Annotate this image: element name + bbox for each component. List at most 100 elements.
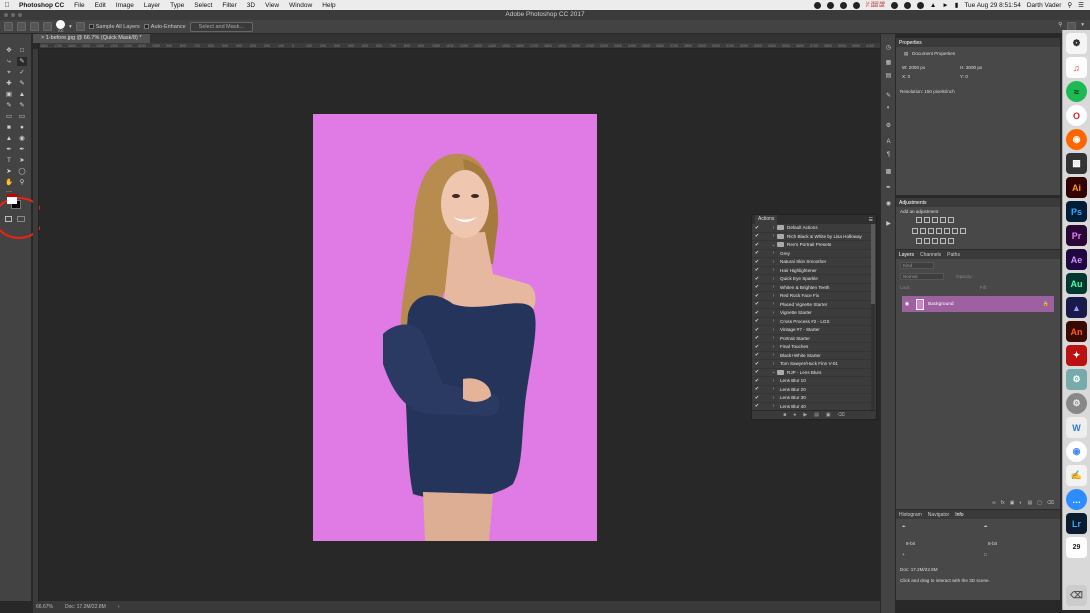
adjustment-layer-icon[interactable]: ◐	[1019, 500, 1022, 506]
selective-color-icon[interactable]	[940, 238, 946, 244]
chevron-right-icon[interactable]: ›	[770, 250, 777, 256]
type-tool-icon[interactable]: T	[4, 156, 14, 165]
action-toggle-checkbox[interactable]: ✔	[752, 344, 762, 350]
menu-select[interactable]: Select	[189, 2, 217, 9]
notification-center-icon[interactable]: ☰	[1078, 1, 1084, 9]
tool-presets-icon[interactable]: ✒	[884, 184, 893, 192]
stop-icon[interactable]: ■	[783, 412, 786, 418]
tab-document[interactable]: × 1-before.jpg @ 66.7% (Quick Mask/8) *	[33, 34, 150, 43]
app-icon[interactable]: ⚙	[1066, 369, 1087, 390]
new-selection-icon[interactable]	[17, 22, 26, 31]
healing-brush-tool-icon[interactable]: ✚	[4, 79, 14, 88]
action-item[interactable]: ✔ › Quick Eye Sparkle	[752, 275, 872, 284]
spotify-app-icon[interactable]: ≈	[1066, 81, 1087, 102]
action-item[interactable]: ✔ › Grey	[752, 250, 872, 258]
chrome-app-icon[interactable]: ◉	[1066, 441, 1087, 462]
action-set[interactable]: ✔ › Default Actions	[752, 224, 872, 233]
action-toggle-checkbox[interactable]: ✔	[752, 361, 762, 367]
photoshop-app-icon[interactable]: Ps	[1066, 201, 1087, 222]
trash-dock-icon[interactable]: ⌫	[1066, 585, 1087, 606]
action-item[interactable]: ✔ › Hair Highlightener	[752, 267, 872, 275]
final-cut-app-icon[interactable]: ▩	[1066, 153, 1087, 174]
menu-type[interactable]: Type	[165, 2, 189, 9]
memory-monitor[interactable]: U: 2632 MB F: 1885 MB	[866, 1, 884, 9]
datetime[interactable]: Tue Aug 29 8:51:54	[964, 2, 1021, 9]
tab-properties[interactable]: Properties	[899, 40, 922, 46]
close-window-button[interactable]	[4, 13, 8, 17]
gradient-map-icon[interactable]	[960, 228, 966, 234]
layer-filter-kind[interactable]: Kind	[900, 262, 934, 269]
character-icon[interactable]: A	[884, 138, 893, 146]
action-toggle-checkbox[interactable]: ✔	[752, 284, 762, 290]
quick-selection-tool-icon[interactable]: ✎	[17, 57, 27, 66]
volume-icon[interactable]: ►	[942, 2, 948, 9]
new-set-icon[interactable]: ▤	[814, 412, 819, 418]
chevron-right-icon[interactable]: ›	[770, 378, 777, 384]
action-toggle-checkbox[interactable]: ✔	[752, 276, 762, 282]
brush-size-picker[interactable]: 700	[56, 20, 65, 33]
panel-menu-icon[interactable]: ☰	[869, 217, 876, 223]
chevron-right-icon[interactable]: ›	[770, 233, 777, 239]
status-icon[interactable]	[827, 1, 835, 9]
action-item[interactable]: ✔ › Red Rock Face Fix	[752, 292, 872, 301]
menu-edit[interactable]: Edit	[90, 2, 111, 9]
black-white-icon[interactable]	[928, 228, 934, 234]
properties-icon[interactable]: ⚙	[884, 122, 893, 130]
chevron-right-icon[interactable]: ›	[770, 327, 777, 333]
chevron-right-icon[interactable]: ›	[770, 335, 777, 341]
blur-tool-icon[interactable]: ●	[17, 123, 27, 132]
menu-window[interactable]: Window	[284, 2, 317, 9]
textedit-app-icon[interactable]: ✍	[1066, 465, 1087, 486]
menu-image[interactable]: Image	[111, 2, 139, 9]
photos-app-icon[interactable]: ❁	[1066, 33, 1087, 54]
system-preferences-icon[interactable]: ⚙	[1066, 393, 1087, 414]
action-toggle-checkbox[interactable]: ✔	[752, 242, 762, 248]
action-toggle-checkbox[interactable]: ✔	[752, 259, 762, 265]
chevron-right-icon[interactable]: ›	[770, 395, 777, 401]
select-and-mask-button[interactable]: Select and Mask...	[189, 21, 253, 32]
visibility-eye-icon[interactable]: ◉	[902, 301, 912, 307]
calendar-app-icon[interactable]: 29	[1066, 537, 1087, 558]
channel-mixer-icon[interactable]	[944, 228, 950, 234]
chevron-right-icon[interactable]: ›	[770, 352, 777, 358]
actions-scrollbar[interactable]	[871, 224, 875, 412]
spotlight-icon[interactable]: ⚲	[1067, 1, 1072, 9]
audition-app-icon[interactable]: Au	[1066, 273, 1087, 294]
lasso-tool-icon[interactable]: ⤷	[4, 57, 14, 66]
adjustments-icon[interactable]: ◐	[884, 104, 893, 112]
tab-paths[interactable]: Paths	[947, 252, 960, 258]
action-item[interactable]: ✔ › Natural Skin Smoother	[752, 258, 872, 267]
blend-mode-select[interactable]: Normal	[900, 273, 944, 280]
action-toggle-checkbox[interactable]: ✔	[752, 369, 762, 375]
tab-info[interactable]: Info	[955, 512, 963, 518]
tab-channels[interactable]: Channels	[920, 252, 941, 258]
action-toggle-checkbox[interactable]: ✔	[752, 301, 762, 307]
battery-icon[interactable]: ▮	[955, 1, 959, 9]
action-toggle-checkbox[interactable]: ✔	[752, 335, 762, 341]
pen-tool-icon[interactable]: ✒	[4, 145, 14, 154]
brush-dropdown-icon[interactable]: ▾	[69, 24, 72, 30]
layer-row-background[interactable]: ◉ Background 🔒	[902, 296, 1054, 312]
bluetooth-icon[interactable]	[916, 1, 924, 9]
menu-filter[interactable]: Filter	[217, 2, 241, 9]
color-balance-icon[interactable]	[920, 228, 926, 234]
action-item[interactable]: ✔ › Vintage #7 - Starter	[752, 326, 872, 335]
tab-navigator[interactable]: Navigator	[928, 512, 949, 518]
chevron-down-icon[interactable]: ⌄	[770, 242, 777, 248]
eraser-tool-2-icon[interactable]: ▭	[17, 112, 27, 121]
fx-icon[interactable]: fx	[1001, 500, 1005, 506]
status-icon[interactable]	[814, 1, 822, 9]
minimize-window-button[interactable]	[11, 13, 15, 17]
tab-adjustments[interactable]: Adjustments	[899, 200, 927, 206]
color-lookup-icon[interactable]	[952, 228, 958, 234]
action-toggle-checkbox[interactable]: ✔	[752, 267, 762, 273]
eyedropper-tool-icon[interactable]: ✓	[17, 68, 27, 77]
action-toggle-checkbox[interactable]: ✔	[752, 233, 762, 239]
menu-app-name[interactable]: Photoshop CC	[14, 2, 69, 9]
illustrator-app-icon[interactable]: Ai	[1066, 177, 1087, 198]
3d-icon[interactable]: ◉	[884, 200, 893, 208]
add-to-selection-icon[interactable]	[30, 22, 39, 31]
brush-tool-2-icon[interactable]: ✎	[4, 101, 14, 110]
tab-actions[interactable]: Actions	[755, 215, 778, 224]
menu-help[interactable]: Help	[317, 2, 340, 9]
